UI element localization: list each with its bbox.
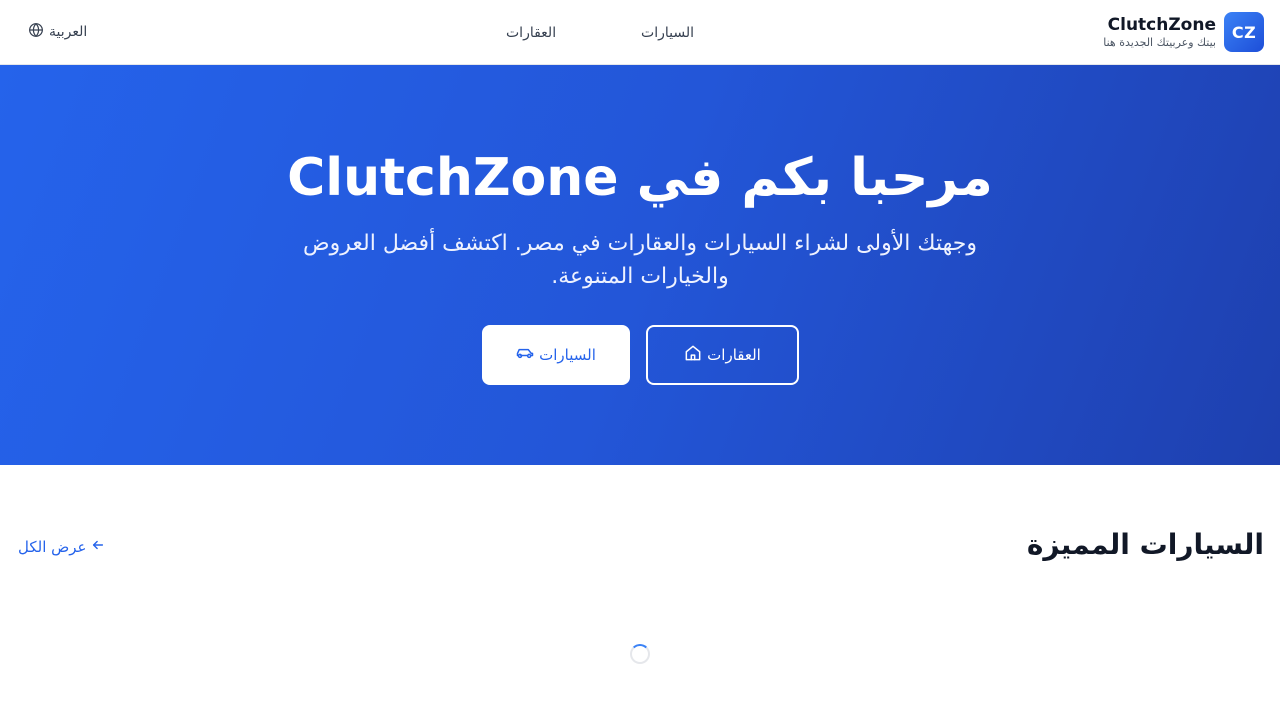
car-icon: [515, 343, 535, 367]
top-navbar: CZ ClutchZone بيتك وعربيتك الجديدة هنا ا…: [0, 0, 1280, 65]
hero-section: مرحبا بكم في ClutchZone وجهتك الأولى لشر…: [0, 65, 1280, 465]
house-icon: [683, 343, 703, 367]
nav-properties-link[interactable]: العقارات: [500, 21, 562, 45]
browse-properties-button[interactable]: العقارات: [645, 325, 799, 385]
featured-cars-title: السيارات المميزة: [1026, 528, 1264, 561]
globe-icon: [28, 22, 44, 42]
nav-cars-link[interactable]: السيارات: [635, 21, 700, 45]
language-label: العربية: [49, 24, 88, 40]
hero-subtitle: وجهتك الأولى لشراء السيارات والعقارات في…: [303, 231, 977, 289]
brand-name: ClutchZone: [1107, 15, 1216, 35]
view-all-label: عرض الكل: [18, 538, 87, 556]
view-all-link[interactable]: عرض الكل: [18, 538, 105, 556]
hero-title: مرحبا بكم في ClutchZone: [287, 148, 993, 208]
language-switcher[interactable]: العربية: [28, 22, 87, 42]
brand-text: ClutchZone بيتك وعربيتك الجديدة هنا: [1103, 14, 1216, 50]
browse-cars-button[interactable]: السيارات: [481, 325, 630, 385]
logo: CZ: [1224, 12, 1264, 52]
brand-home-link[interactable]: CZ ClutchZone بيتك وعربيتك الجديدة هنا: [1103, 12, 1264, 52]
browse-cars-label: السيارات: [539, 346, 596, 364]
browse-properties-label: العقارات: [707, 346, 761, 364]
loading-spinner: [630, 644, 650, 664]
main-nav: السيارات العقارات: [500, 0, 700, 65]
hero-buttons: السيارات العقارات: [0, 325, 1280, 385]
arrow-left-icon: [91, 538, 105, 556]
brand-tagline: بيتك وعربيتك الجديدة هنا: [1103, 36, 1216, 49]
